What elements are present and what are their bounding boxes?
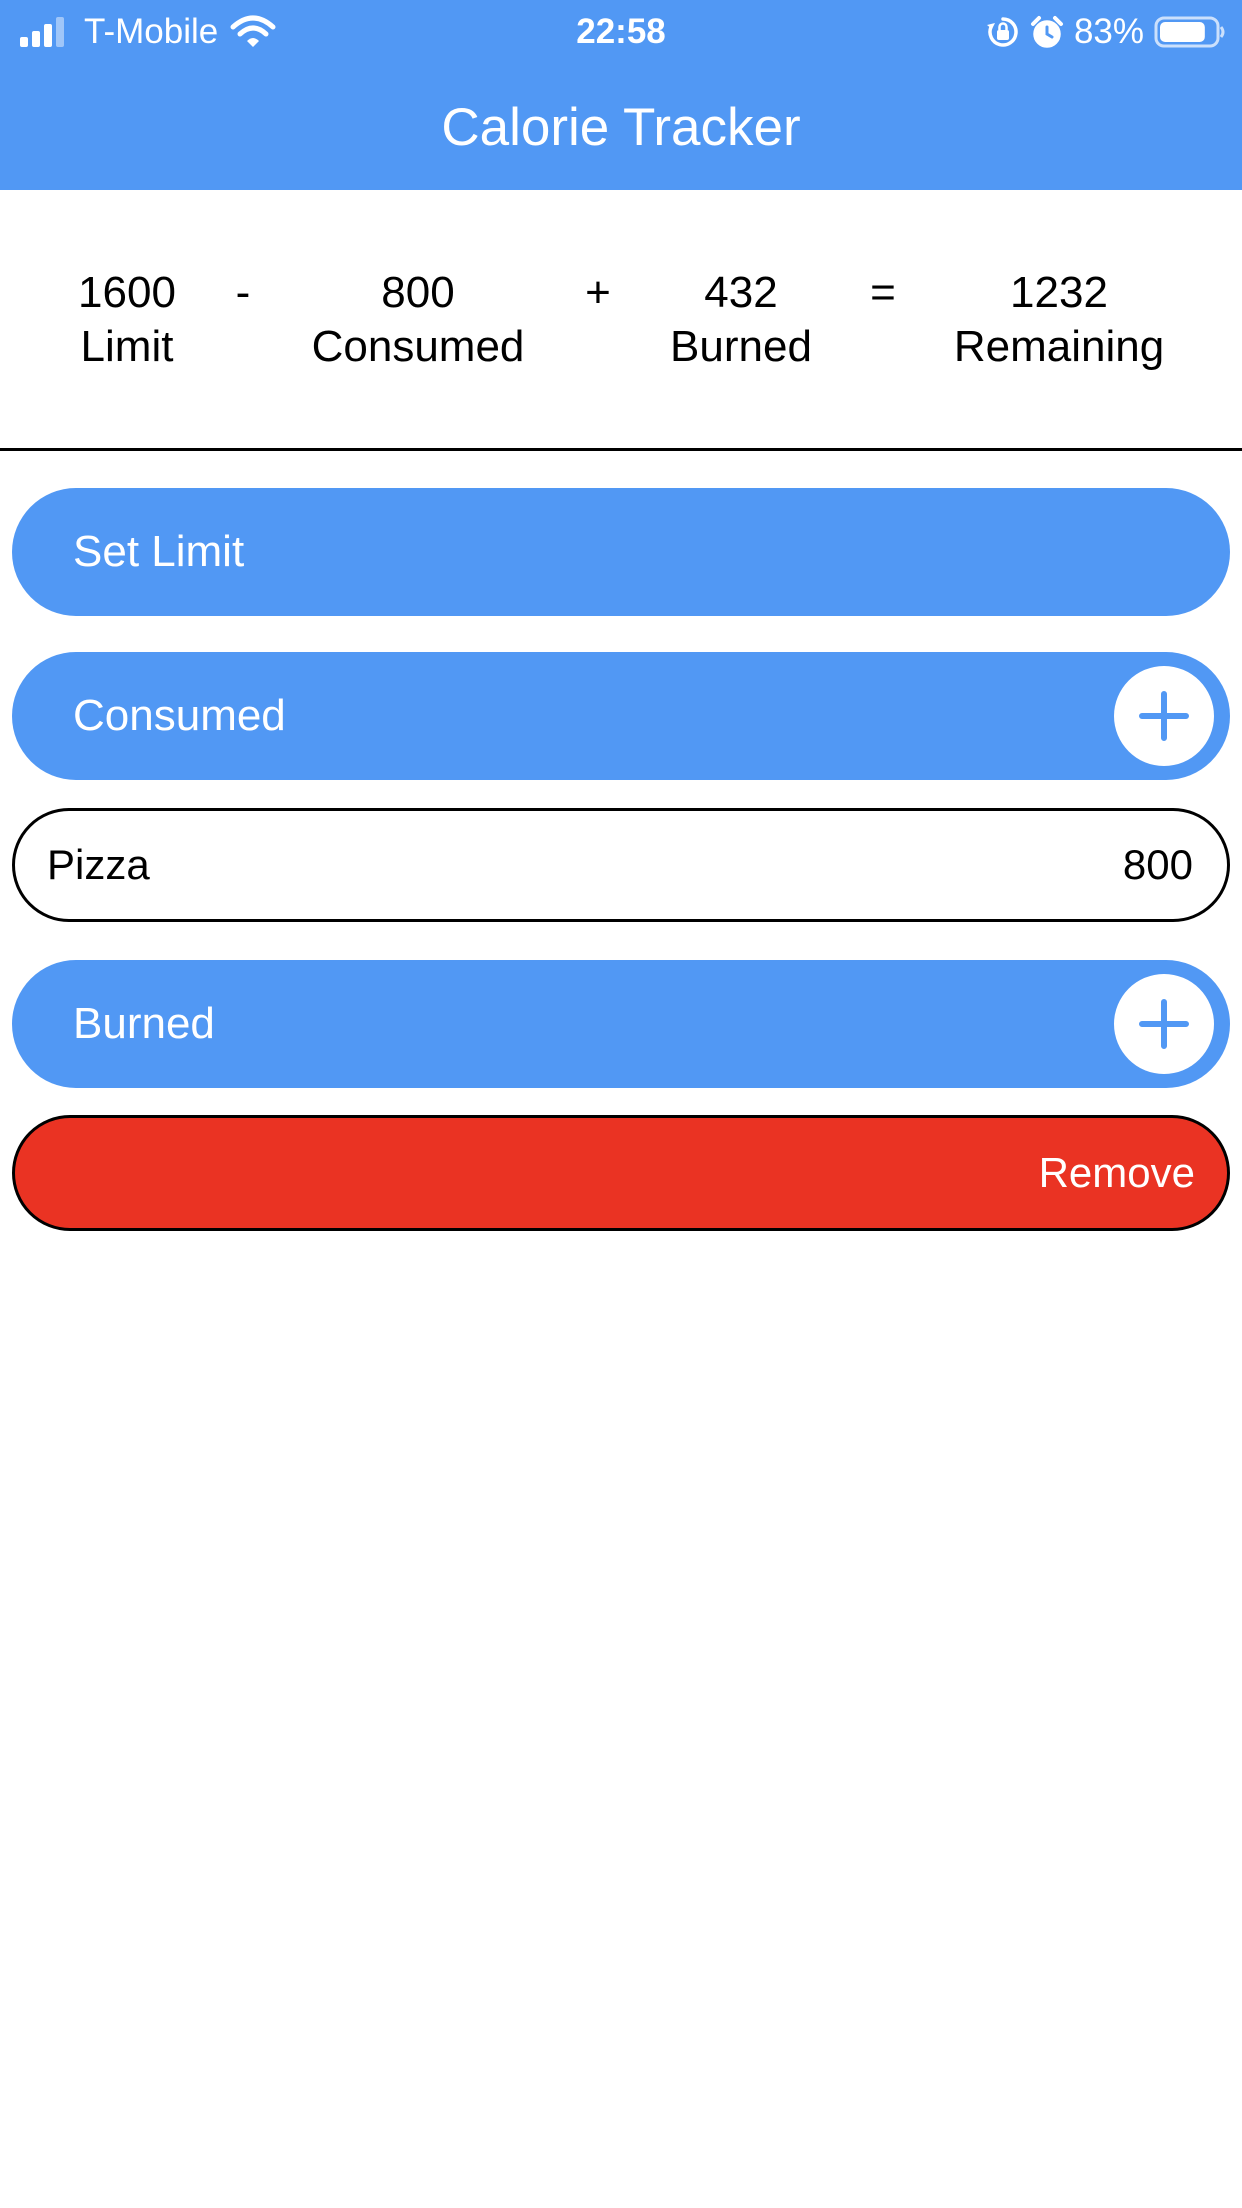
- set-limit-button[interactable]: Set Limit: [12, 488, 1230, 616]
- limit-label: Limit: [80, 322, 174, 371]
- add-burned-button[interactable]: [1114, 974, 1214, 1074]
- burned-section-header: Burned: [12, 960, 1230, 1088]
- calorie-summary: 1600 Limit - 800 Consumed + 432 Burned =…: [0, 190, 1242, 451]
- plus-sign: +: [585, 268, 611, 317]
- summary-burned: 432 Burned: [670, 266, 812, 374]
- consumed-section-label: Consumed: [73, 691, 286, 740]
- consumed-section-header: Consumed: [12, 652, 1230, 780]
- battery-icon: [1154, 16, 1225, 48]
- page-title: Calorie Tracker: [441, 98, 801, 157]
- status-bar: T-Mobile 22:58 83%: [0, 0, 1242, 62]
- consumed-item-calories: 800: [1122, 841, 1193, 888]
- summary-remaining: 1232 Remaining: [954, 266, 1164, 374]
- remaining-label: Remaining: [953, 322, 1165, 371]
- burned-label: Burned: [670, 322, 812, 371]
- orientation-lock-icon: [986, 17, 1018, 47]
- remaining-value: 1232: [1010, 268, 1108, 317]
- summary-limit: 1600 Limit: [78, 266, 176, 374]
- burned-value: 432: [704, 268, 778, 317]
- status-right: 83%: [976, 10, 1226, 54]
- equals-sign: =: [870, 268, 896, 317]
- set-limit-label: Set Limit: [73, 527, 245, 576]
- alarm-icon: [1030, 16, 1063, 48]
- burned-section-label: Burned: [73, 999, 215, 1048]
- summary-consumed: 800 Consumed: [312, 266, 525, 374]
- consumed-item-name: Pizza: [47, 841, 150, 888]
- plus-icon: [1139, 691, 1189, 741]
- consumed-label: Consumed: [311, 322, 525, 371]
- limit-value: 1600: [78, 268, 176, 317]
- battery-percent: 83%: [1073, 12, 1144, 51]
- remove-label: Remove: [1038, 1149, 1195, 1196]
- app-header: T-Mobile 22:58 83% Calorie Tracker: [0, 0, 1242, 190]
- remove-button[interactable]: Remove: [12, 1115, 1230, 1231]
- minus-sign: -: [235, 268, 251, 317]
- consumed-value: 800: [381, 268, 455, 317]
- plus-icon: [1139, 999, 1189, 1049]
- add-consumed-button[interactable]: [1114, 666, 1214, 766]
- consumed-list-item[interactable]: Pizza 800: [12, 808, 1230, 922]
